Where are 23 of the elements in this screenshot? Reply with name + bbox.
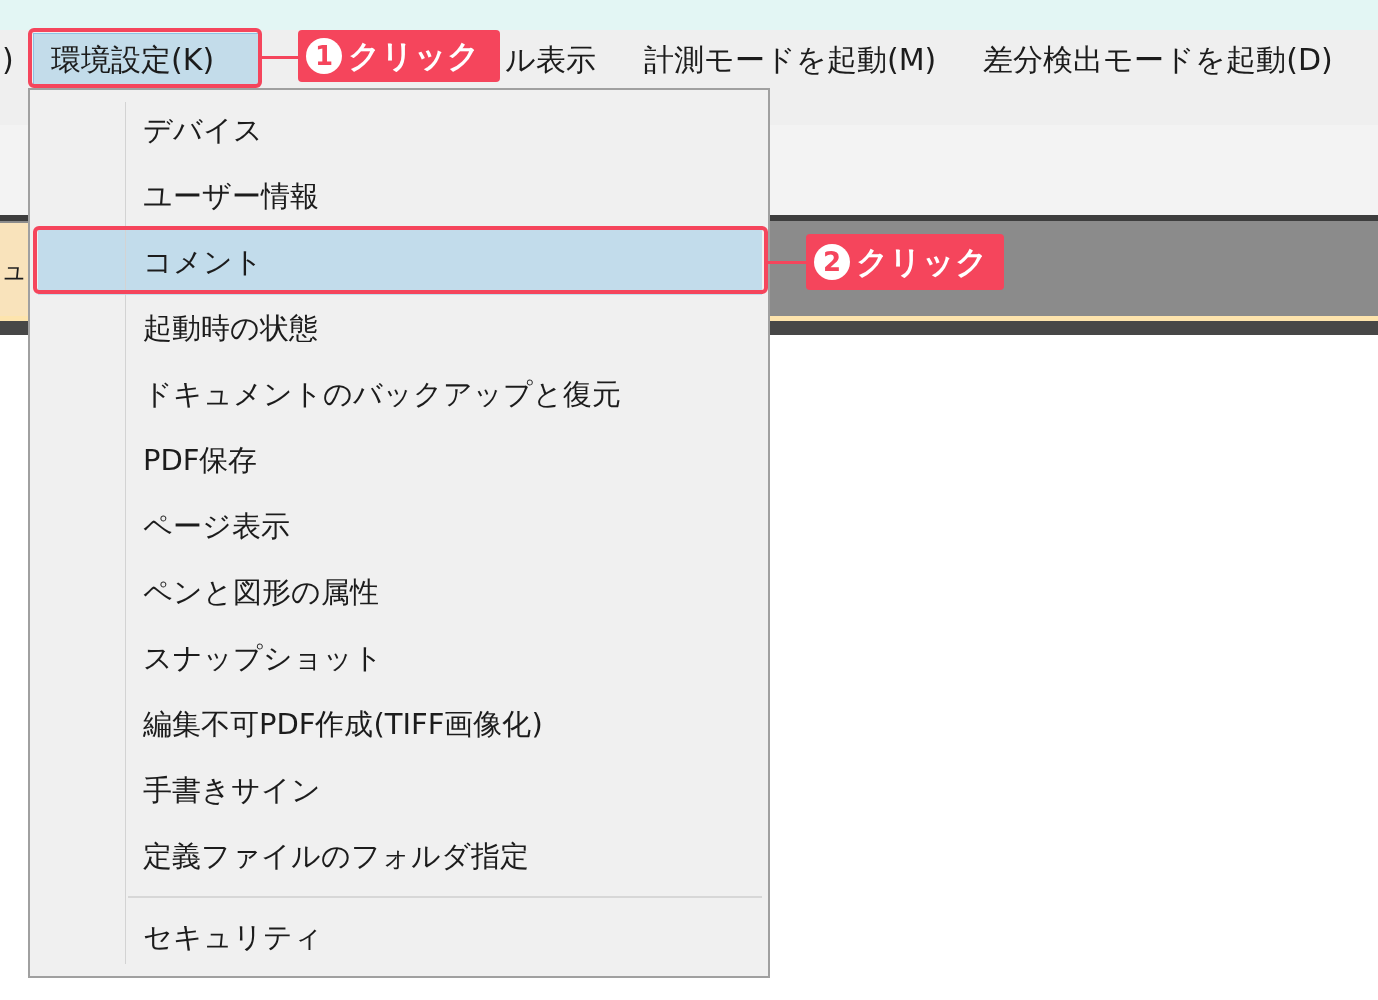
menu-item[interactable]: ドキュメントのバックアップと復元 [38, 361, 762, 427]
step-number: 1 [306, 38, 342, 74]
callout-text: クリック [348, 40, 480, 72]
menu-item[interactable]: コメント [38, 229, 762, 295]
menu-item[interactable]: 環境設定(K) [33, 33, 260, 87]
step-number: 2 [814, 244, 850, 280]
menu-item[interactable]: 起動時の状態 [38, 295, 762, 361]
menu-item[interactable]: ) [0, 33, 14, 87]
menu-item[interactable]: 編集不可PDF作成(TIFF画像化) [38, 691, 762, 757]
menu-item[interactable]: ペンと図形の属性 [38, 559, 762, 625]
callout-text: クリック [856, 246, 988, 278]
menu-item[interactable]: スナップショット [38, 625, 762, 691]
menu-item[interactable]: 手書きサイン [38, 757, 762, 823]
menu-item[interactable]: ページ表示 [38, 493, 762, 559]
menu-item[interactable]: ユーザー情報 [38, 163, 762, 229]
menu-item[interactable]: 計測モードを起動(M) [626, 33, 955, 87]
menu-item[interactable]: 定義ファイルのフォルダ指定 [38, 823, 762, 889]
document-tab[interactable]: ュ [0, 223, 28, 316]
menu-item[interactable]: ル表示 [501, 33, 613, 87]
menu-item[interactable]: デバイス [38, 97, 762, 163]
menu-item[interactable]: セキュリティ [38, 904, 762, 970]
menu-item[interactable]: 差分検出モードを起動(D) [965, 33, 1351, 87]
menu-item[interactable]: PDF保存 [38, 427, 762, 493]
